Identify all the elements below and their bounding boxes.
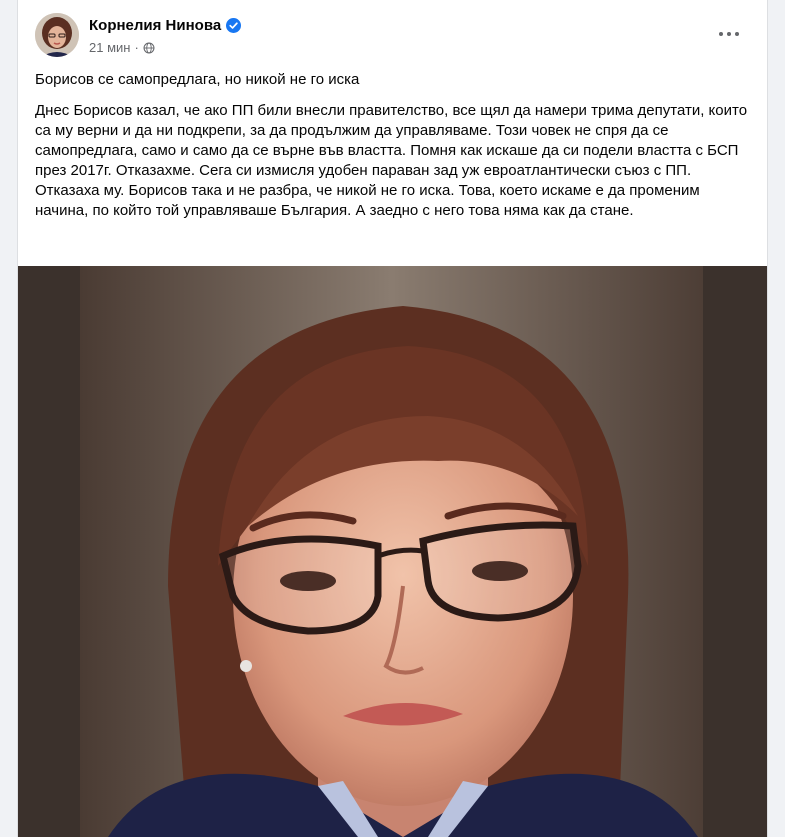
- globe-icon: [143, 42, 155, 53]
- more-options-icon: [719, 32, 723, 36]
- post-card: Корнелия Нинова 21 мин · Борисов се само…: [17, 0, 768, 837]
- post-title-line: Борисов се самопредлага, но никой не го …: [35, 71, 360, 88]
- post-body: Днес Борисов казал, че ако ПП били внесл…: [35, 102, 748, 219]
- meta-separator: ·: [134, 40, 139, 55]
- verified-badge-icon: [226, 18, 242, 33]
- avatar[interactable]: [35, 13, 79, 57]
- post-meta: 21 мин ·: [89, 40, 155, 55]
- post-text: Борисов се самопредлага, но никой не го …: [35, 70, 753, 232]
- avatar-image: [35, 13, 79, 57]
- post-header: Корнелия Нинова 21 мин ·: [18, 0, 767, 66]
- author-name[interactable]: Корнелия Нинова: [89, 17, 221, 34]
- post-photo[interactable]: [18, 266, 767, 837]
- author-row: Корнелия Нинова: [89, 17, 242, 34]
- more-options-button[interactable]: [711, 22, 747, 46]
- post-time[interactable]: 21 мин: [89, 40, 130, 55]
- post-photo-image: [18, 266, 767, 837]
